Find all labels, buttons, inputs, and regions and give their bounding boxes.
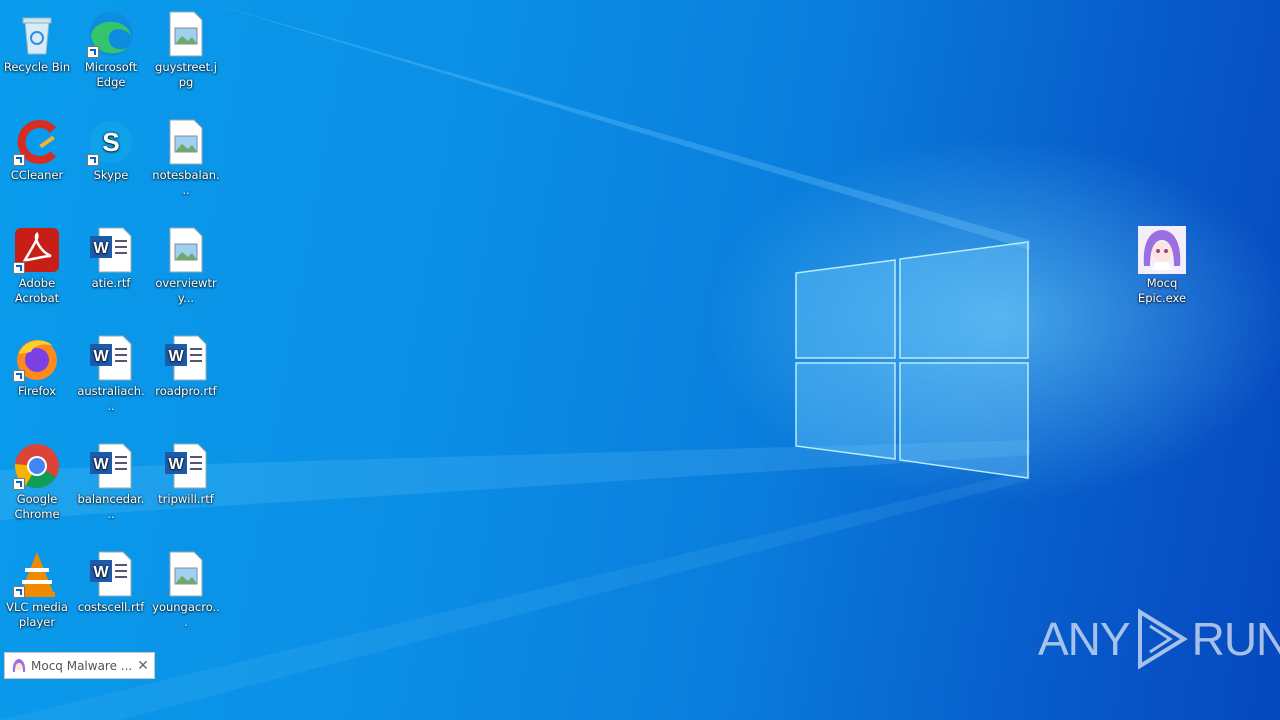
svg-text:W: W [93, 456, 109, 473]
word-doc-icon: W [87, 226, 135, 274]
desktop-icon-notesbalan[interactable]: notesbalan... [152, 114, 220, 198]
svg-text:W: W [168, 348, 184, 365]
anyrun-watermark: ANY RUN [1038, 608, 1280, 670]
word-doc-icon: W [87, 334, 135, 382]
desktop-icon-overviewtry[interactable]: overviewtry... [152, 222, 220, 306]
desktop-icon-microsoft-edge[interactable]: Microsoft Edge [77, 6, 145, 90]
ccleaner-icon [13, 118, 61, 166]
word-doc-icon: W [87, 550, 135, 598]
image-file-icon [162, 10, 210, 58]
acrobat-icon [13, 226, 61, 274]
svg-text:S: S [102, 127, 119, 157]
image-file-icon [162, 118, 210, 166]
vlc-icon [13, 550, 61, 598]
desktop-icon-recycle-bin[interactable]: Recycle Bin [3, 6, 71, 75]
desktop-icon-youngacro[interactable]: youngacro... [152, 546, 220, 630]
app-icon [11, 658, 27, 674]
watermark-text-left: ANY [1038, 613, 1131, 665]
firefox-icon [13, 334, 61, 382]
recycle-bin-icon [13, 10, 61, 58]
desktop-icon-roadpro-rtf[interactable]: W roadpro.rtf [152, 330, 220, 399]
image-file-icon [162, 550, 210, 598]
notification-toast[interactable]: Mocq Malware ... ✕ [4, 652, 155, 679]
watermark-text-right: RUN [1191, 613, 1280, 665]
desktop-icon-atie-rtf[interactable]: W atie.rtf [77, 222, 145, 291]
edge-icon [87, 10, 135, 58]
desktop-icon-vlc[interactable]: VLC media player [3, 546, 71, 630]
desktop-icon-mocq-epic-exe[interactable]: Mocq Epic.exe [1128, 222, 1196, 306]
anime-app-icon [1138, 226, 1186, 274]
desktop-icon-tripwill-rtf[interactable]: W tripwill.rtf [152, 438, 220, 507]
play-icon [1137, 608, 1188, 670]
word-doc-icon: W [162, 334, 210, 382]
desktop-icon-australiach[interactable]: W australiach... [77, 330, 145, 414]
svg-text:W: W [93, 240, 109, 257]
desktop-icon-costscell-rtf[interactable]: W costscell.rtf [77, 546, 145, 615]
desktop-icon-adobe-acrobat[interactable]: Adobe Acrobat [3, 222, 71, 306]
desktop-icon-balancedar[interactable]: W balancedar... [77, 438, 145, 522]
svg-text:W: W [93, 348, 109, 365]
desktop-icon-skype[interactable]: S Skype [77, 114, 145, 183]
toast-title: Mocq Malware ... [31, 658, 132, 673]
windows-logo [795, 241, 1029, 479]
desktop-icon-guystreet-jpg[interactable]: guystreet.jpg [152, 6, 220, 90]
desktop-icon-google-chrome[interactable]: Google Chrome [3, 438, 71, 522]
skype-icon: S [87, 118, 135, 166]
word-doc-icon: W [162, 442, 210, 490]
desktop-icon-firefox[interactable]: Firefox [3, 330, 71, 399]
chrome-icon [13, 442, 61, 490]
word-doc-icon: W [87, 442, 135, 490]
svg-text:W: W [93, 564, 109, 581]
svg-text:W: W [168, 456, 184, 473]
close-icon[interactable]: ✕ [132, 658, 154, 674]
image-file-icon [162, 226, 210, 274]
desktop-icon-ccleaner[interactable]: CCleaner [3, 114, 71, 183]
